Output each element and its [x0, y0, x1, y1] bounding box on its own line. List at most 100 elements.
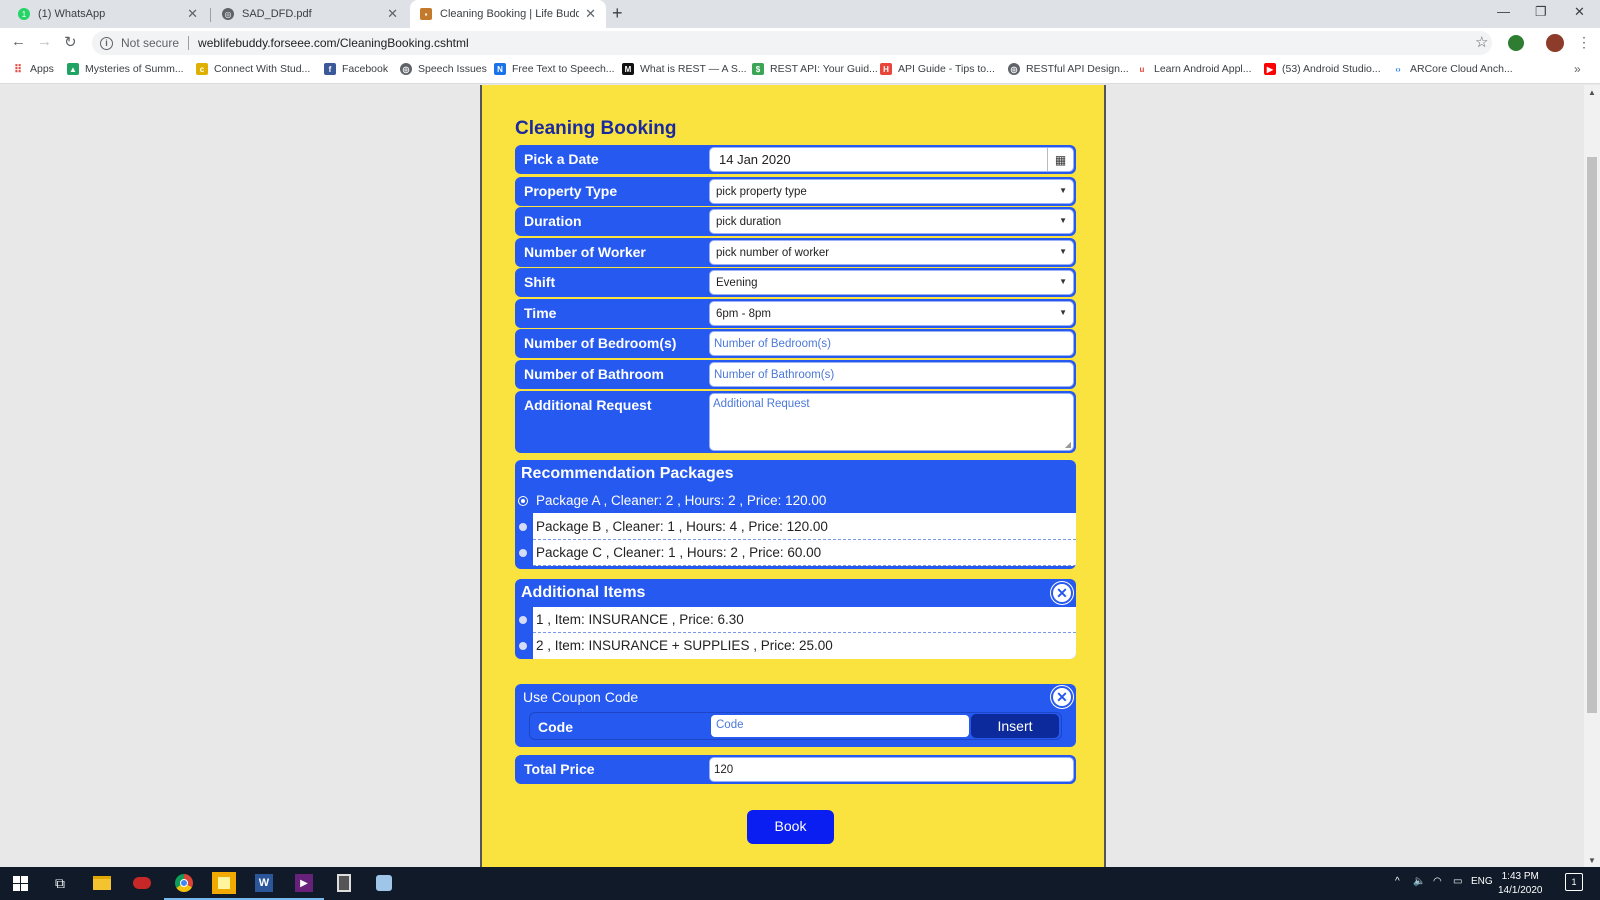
- wifi-icon[interactable]: ◠: [1433, 876, 1442, 887]
- bookmark-item[interactable]: f Facebook: [324, 63, 388, 75]
- bookmarks-bar: ⠿ Apps ▲ Mysteries of Summ... c Connect Wit…: [0, 58, 1600, 84]
- close-tab-icon[interactable]: ✕: [187, 6, 198, 22]
- bookmark-item[interactable]: u Learn Android Appl...: [1136, 63, 1252, 75]
- code-icon: ‹›: [1395, 64, 1401, 74]
- package-option[interactable]: Package C , Cleaner: 1 , Hours: 2 , Pric…: [519, 540, 1076, 566]
- total-price-input[interactable]: 120: [709, 757, 1074, 782]
- chrome-icon[interactable]: [164, 872, 204, 900]
- radio-icon[interactable]: [519, 523, 527, 531]
- close-icon[interactable]: ✕: [1051, 686, 1073, 708]
- site-icon: $: [752, 63, 764, 75]
- time-select[interactable]: 6pm - 8pm ▼: [709, 301, 1074, 326]
- profile-avatar[interactable]: [1546, 34, 1564, 52]
- dropdown-arrow-icon: ▼: [1059, 308, 1067, 317]
- property-type-value: pick property type: [716, 185, 807, 198]
- bookmark-label: API Guide - Tips to...: [898, 63, 995, 75]
- bookmark-item[interactable]: ◎ Speech Issues: [400, 63, 487, 75]
- bookmark-label: Connect With Stud...: [214, 63, 311, 75]
- url-text: weblifebuddy.forseee.com/CleaningBooking…: [198, 36, 469, 50]
- input-language[interactable]: ENG: [1471, 876, 1493, 887]
- info-icon[interactable]: i: [100, 36, 113, 50]
- shift-label: Shift: [524, 274, 556, 290]
- windows-start-icon[interactable]: [8, 872, 32, 894]
- resize-handle-icon[interactable]: ◢: [1065, 440, 1071, 449]
- date-label: Pick a Date: [524, 151, 599, 167]
- tab-title: SAD_DFD.pdf: [242, 8, 312, 20]
- additional-request-textarea[interactable]: Additional Request ◢: [709, 393, 1074, 451]
- book-button[interactable]: Book: [747, 810, 834, 844]
- tab-cleaning-booking[interactable]: ▪ Cleaning Booking | Life Buddy ✕: [410, 0, 606, 28]
- visual-studio-icon[interactable]: ▶: [284, 872, 324, 900]
- volume-icon[interactable]: 🔈: [1413, 876, 1425, 887]
- property-type-select[interactable]: pick property type ▼: [709, 179, 1074, 204]
- sticky-notes-icon[interactable]: [204, 872, 244, 900]
- dropdown-arrow-icon: ▼: [1059, 186, 1067, 195]
- reload-icon[interactable]: ↻: [64, 33, 77, 51]
- package-option[interactable]: Package A , Cleaner: 2 , Hours: 2 , Pric…: [519, 488, 1076, 514]
- close-icon[interactable]: ✕: [1051, 582, 1073, 604]
- bedrooms-input[interactable]: Number of Bedroom(s): [709, 331, 1074, 356]
- show-hidden-icons-icon[interactable]: ^: [1395, 876, 1400, 887]
- date-input[interactable]: 14 Jan 2020 ▦: [709, 147, 1074, 172]
- windows-taskbar: ⧉ W ▶ ^ 🔈 ◠ ▭ ENG 1:43 PM 14/1/2020 1: [0, 867, 1600, 900]
- checkbox-icon[interactable]: [519, 616, 527, 624]
- facebook-icon: f: [324, 63, 336, 75]
- app-icon[interactable]: [130, 872, 154, 894]
- package-option[interactable]: Package B , Cleaner: 1 , Hours: 4 , Pric…: [519, 514, 1076, 540]
- bookmark-label: ARCore Cloud Anch...: [1410, 63, 1513, 75]
- minimize-icon[interactable]: —: [1497, 4, 1510, 19]
- additional-item-option[interactable]: 1 , Item: INSURANCE , Price: 6.30: [519, 607, 1076, 633]
- bookmark-item[interactable]: $ REST API: Your Guid...: [752, 63, 878, 75]
- duration-select[interactable]: pick duration ▼: [709, 209, 1074, 234]
- bookmark-item[interactable]: ▲ Mysteries of Summ...: [67, 63, 184, 75]
- battery-icon[interactable]: ▭: [1453, 876, 1462, 887]
- bookmark-item[interactable]: M What is REST — A S...: [622, 63, 747, 75]
- file-explorer-icon[interactable]: [90, 872, 114, 894]
- calendar-icon[interactable]: ▦: [1047, 148, 1073, 171]
- more-bookmarks-icon[interactable]: »: [1574, 62, 1581, 76]
- scroll-up-icon[interactable]: ▲: [1588, 88, 1596, 97]
- workers-select[interactable]: pick number of worker ▼: [709, 240, 1074, 265]
- forward-icon[interactable]: →: [37, 33, 52, 50]
- insert-button[interactable]: Insert: [971, 714, 1059, 738]
- bookmark-label: (53) Android Studio...: [1282, 63, 1381, 75]
- bookmark-star-icon[interactable]: ☆: [1475, 33, 1488, 51]
- tab-whatsapp[interactable]: 1 (1) WhatsApp ✕: [8, 0, 208, 28]
- bookmark-item[interactable]: ◎ RESTful API Design...: [1008, 63, 1129, 75]
- bathrooms-input[interactable]: Number of Bathroom(s): [709, 362, 1074, 387]
- bookmark-item[interactable]: N Free Text to Speech...: [494, 63, 615, 75]
- shift-select[interactable]: Evening ▼: [709, 270, 1074, 295]
- radio-icon[interactable]: [519, 549, 527, 557]
- calculator-icon[interactable]: [332, 872, 356, 894]
- radio-icon[interactable]: [519, 497, 527, 505]
- bookmark-item[interactable]: c Connect With Stud...: [196, 63, 310, 75]
- notifications-icon[interactable]: 1: [1565, 873, 1583, 891]
- bookmark-item[interactable]: ▶ (53) Android Studio...: [1264, 63, 1381, 75]
- new-tab-icon[interactable]: +: [612, 3, 623, 24]
- scroll-down-icon[interactable]: ▼: [1588, 856, 1596, 865]
- extension-icon[interactable]: [1508, 35, 1524, 51]
- close-tab-icon[interactable]: ✕: [585, 6, 596, 22]
- bookmark-apps[interactable]: ⠿ Apps: [12, 63, 54, 76]
- menu-icon[interactable]: ⋮: [1577, 34, 1591, 51]
- additional-item-option[interactable]: 2 , Item: INSURANCE + SUPPLIES , Price: …: [519, 633, 1076, 659]
- page-title: Cleaning Booking: [515, 118, 677, 139]
- page-scrollbar[interactable]: ▲ ▼: [1584, 85, 1600, 867]
- package-text: Package C , Cleaner: 1 , Hours: 2 , Pric…: [536, 545, 822, 560]
- coupon-code-input[interactable]: Code: [711, 715, 969, 737]
- app-icon[interactable]: [372, 872, 396, 894]
- bookmark-item[interactable]: H API Guide - Tips to...: [880, 63, 995, 75]
- checkbox-icon[interactable]: [519, 642, 527, 650]
- task-view-icon[interactable]: ⧉: [48, 872, 72, 894]
- close-window-icon[interactable]: ✕: [1574, 4, 1585, 20]
- word-icon[interactable]: W: [244, 872, 284, 900]
- bookmark-item[interactable]: ‹› ARCore Cloud Anch...: [1392, 63, 1513, 75]
- system-clock[interactable]: 1:43 PM 14/1/2020: [1498, 870, 1543, 898]
- tab-sad-dfd[interactable]: ◎ SAD_DFD.pdf ✕: [212, 0, 408, 28]
- back-icon[interactable]: ←: [11, 33, 26, 50]
- close-tab-icon[interactable]: ✕: [387, 6, 398, 22]
- address-bar[interactable]: i Not secure weblifebuddy.forseee.com/Cl…: [92, 31, 1492, 55]
- duration-value: pick duration: [716, 215, 782, 228]
- scroll-thumb[interactable]: [1587, 157, 1597, 713]
- restore-icon[interactable]: ❐: [1535, 4, 1547, 20]
